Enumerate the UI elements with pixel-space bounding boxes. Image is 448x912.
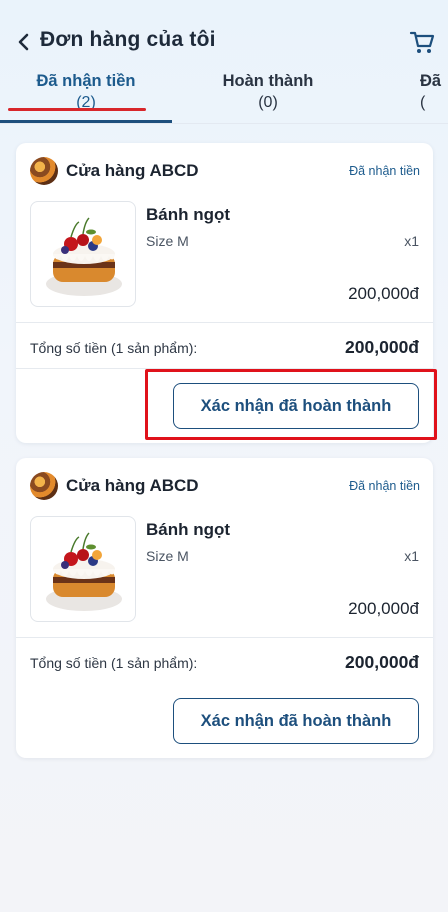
confirm-completed-button[interactable]: Xác nhận đã hoàn thành [173,698,419,744]
cake-image [46,532,122,611]
tab-label: Đã [420,72,442,90]
product-variant: Size M [146,548,189,564]
tab-count: (0) [258,94,278,111]
store-row[interactable]: Cửa hàng ABCD Đã nhận tiền [30,472,420,502]
cart-button[interactable] [408,28,436,56]
store-avatar [30,157,58,185]
product-image[interactable] [30,201,136,307]
product-quantity: x1 [404,233,419,249]
tab-partial[interactable]: Đã ( [420,70,448,116]
tab-count: ( [420,94,426,111]
cake-image [46,217,122,296]
product-price: 200,000đ [348,599,419,618]
product-image[interactable] [30,516,136,622]
chevron-left-icon [18,33,29,51]
product-name: Bánh ngọt [146,205,231,224]
product-variant: Size M [146,233,189,249]
app-header: Đơn hàng của tôi Đã nhận tiền (2) Hoàn t… [0,0,448,124]
divider [16,637,433,638]
store-name: Cửa hàng ABCD [66,476,199,495]
page-title: Đơn hàng của tôi [40,28,216,51]
status-badge: Đã nhận tiền [349,164,420,178]
divider [16,322,433,323]
total-label: Tổng số tiền (1 sản phẩm): [30,340,198,356]
cart-icon [409,31,435,53]
store-avatar [30,472,58,500]
store-name: Cửa hàng ABCD [66,161,199,180]
product-price: 200,000đ [348,284,419,303]
total-label: Tổng số tiền (1 sản phẩm): [30,655,198,671]
tab-completed[interactable]: Hoàn thành (0) [178,70,358,116]
order-status-tabs: Đã nhận tiền (2) Hoàn thành (0) Đã ( [0,62,448,124]
total-value: 200,000đ [345,337,419,357]
active-tab-indicator [0,120,172,123]
annotation-underline [8,108,146,111]
order-card: Cửa hàng ABCD Đã nhận tiền Bánh ngọt Siz… [16,458,433,758]
product-quantity: x1 [404,548,419,564]
store-row[interactable]: Cửa hàng ABCD Đã nhận tiền [30,157,420,187]
annotation-highlight-box [145,369,437,440]
status-badge: Đã nhận tiền [349,479,420,493]
back-button[interactable] [12,30,36,54]
tab-label: Hoàn thành [222,72,314,90]
total-value: 200,000đ [345,652,419,672]
product-name: Bánh ngọt [146,520,231,539]
tab-label: Đã nhận tiền [36,72,136,90]
